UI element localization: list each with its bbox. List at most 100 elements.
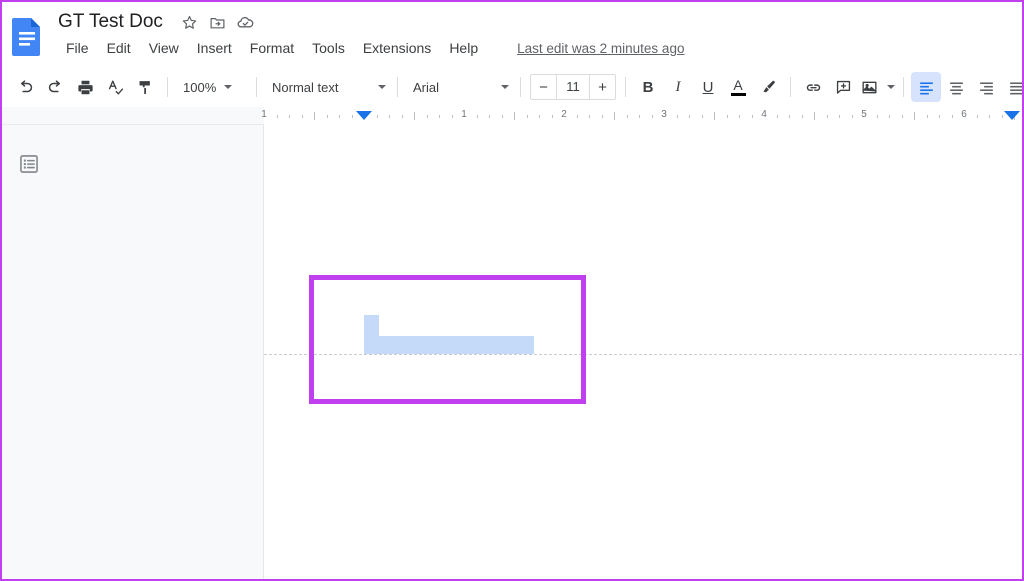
left-indent-marker[interactable] [356,111,372,120]
ruler-tick [877,115,878,118]
text-selection-highlight [364,336,534,354]
zoom-value: 100% [183,80,216,95]
toolbar-divider [903,77,904,97]
italic-button[interactable]: I [663,72,693,102]
text-color-label: A [733,78,742,92]
ruler-tick [1002,115,1003,118]
font-size-increase-button[interactable]: + [590,75,615,99]
font-size-stepper: − 11 + [530,74,616,100]
menu-item-view[interactable]: View [140,38,188,58]
ruler-tick [952,115,953,118]
ruler-tick [427,115,428,118]
toolbar-divider [256,77,257,97]
ruler-tick [577,115,578,118]
ruler-tick [552,115,553,118]
page-break-line [264,354,1022,355]
ruler-tick [777,115,778,118]
font-size-decrease-button[interactable]: − [531,75,556,99]
redo-icon[interactable] [40,72,70,102]
ruler-tick [752,115,753,118]
text-selection-highlight [364,315,379,336]
ruler-tick [502,115,503,118]
ruler-tick [827,115,828,118]
ruler-tick [302,115,303,118]
doc-title[interactable]: GT Test Doc [58,11,177,33]
ruler-tick [927,115,928,118]
document-page[interactable] [264,125,1022,579]
ruler-tick [489,115,490,118]
italic-label: I [676,79,681,96]
star-icon[interactable] [177,9,203,35]
ruler-tick [789,115,790,118]
paint-format-icon[interactable] [130,72,160,102]
toolbar-divider [790,77,791,97]
formatting-toolbar: 100% Normal text Arial − 11 + B I U [2,67,1022,107]
paragraph-style-value: Normal text [272,80,338,95]
ruler-tick [689,115,690,118]
move-to-folder-icon[interactable] [205,9,231,35]
undo-icon[interactable] [10,72,40,102]
ruler[interactable]: 1 1 2 3 4 5 6 [2,107,1022,125]
underline-button[interactable]: U [693,72,723,102]
left-rail [2,125,264,579]
align-right-button[interactable] [971,72,1001,102]
ruler-number: 4 [761,109,767,120]
title-row: GT Test Doc [58,8,261,36]
menu-bar: File Edit View Insert Format Tools Exten… [57,38,684,58]
last-edit-status[interactable]: Last edit was 2 minutes ago [517,41,684,56]
ruler-tick [289,115,290,118]
zoom-select[interactable]: 100% [175,73,249,101]
bold-button[interactable]: B [633,72,663,102]
ruler-tick [652,115,653,118]
toolbar-divider [397,77,398,97]
menu-item-file[interactable]: File [57,38,98,58]
ruler-tick [602,115,603,118]
font-family-value: Arial [413,80,439,95]
right-indent-marker[interactable] [1004,111,1020,120]
font-size-value[interactable]: 11 [556,75,590,99]
ruler-tick [889,115,890,118]
spellcheck-icon[interactable] [100,72,130,102]
paragraph-style-select[interactable]: Normal text [264,73,390,101]
insert-link-icon[interactable] [798,72,828,102]
insert-image-icon[interactable] [858,72,896,102]
cloud-saved-icon[interactable] [233,9,259,35]
align-center-button[interactable] [941,72,971,102]
ruler-tick [352,115,353,118]
ruler-number: 2 [561,109,567,120]
menu-item-format[interactable]: Format [241,38,303,58]
ruler-tick [402,115,403,118]
underline-label: U [703,79,714,96]
ruler-tick [539,115,540,118]
menu-item-extensions[interactable]: Extensions [354,38,440,58]
ruler-track: 1 1 2 3 4 5 6 [264,107,1022,125]
ruler-tick [814,112,815,120]
align-left-button[interactable] [911,72,941,102]
print-icon[interactable] [70,72,100,102]
ruler-tick [527,115,528,118]
ruler-tick [314,112,315,120]
ruler-number: 1 [461,109,467,120]
ruler-tick [327,115,328,118]
ruler-tick [802,115,803,118]
menu-item-edit[interactable]: Edit [98,38,140,58]
highlight-color-icon[interactable] [753,72,783,102]
ruler-tick [277,115,278,118]
menu-item-insert[interactable]: Insert [188,38,241,58]
ruler-tick [414,112,415,120]
menu-item-tools[interactable]: Tools [303,38,354,58]
ruler-tick [627,115,628,118]
chevron-down-icon [501,85,509,89]
ruler-number: 3 [661,109,667,120]
ruler-tick [477,115,478,118]
text-color-button[interactable]: A [723,72,753,102]
toolbar-divider [625,77,626,97]
app-header: GT Test Doc File [2,2,1022,66]
docs-file-icon[interactable] [10,16,44,56]
align-justify-button[interactable] [1001,72,1024,102]
document-outline-icon[interactable] [16,151,42,177]
menu-item-help[interactable]: Help [440,38,487,58]
ruler-tick [614,112,615,120]
add-comment-icon[interactable] [828,72,858,102]
font-family-select[interactable]: Arial [405,73,513,101]
